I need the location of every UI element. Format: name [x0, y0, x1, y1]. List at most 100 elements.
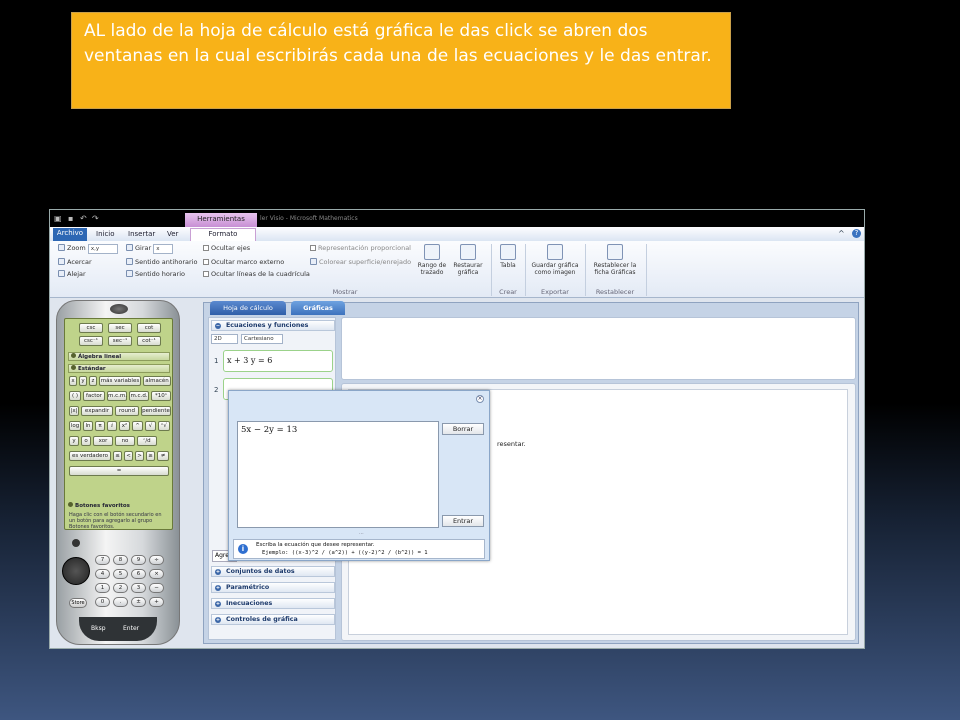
- key-multiply[interactable]: ×: [149, 569, 164, 579]
- restablecer-button[interactable]: Restablecer la ficha Gráficas: [586, 244, 644, 276]
- app-icon[interactable]: ▣: [54, 214, 62, 223]
- tab-graficas[interactable]: Gráficas: [291, 301, 345, 315]
- key-4[interactable]: 4: [95, 569, 110, 579]
- key-exp10[interactable]: *10ⁿ: [151, 391, 171, 401]
- close-icon[interactable]: ×: [476, 395, 484, 403]
- key-mcm[interactable]: m.c.m.: [107, 391, 127, 401]
- key-nroot[interactable]: ⁿ√: [158, 421, 170, 431]
- zoom-control[interactable]: Zoom x,y: [58, 244, 118, 254]
- key-parens[interactable]: ( ): [69, 391, 81, 401]
- repr-proporcional-checkbox[interactable]: Representación proporcional: [310, 244, 411, 253]
- key-ln[interactable]: ln: [83, 421, 93, 431]
- key-arccot[interactable]: cot⁻¹: [137, 336, 161, 346]
- key-ge[interactable]: ≥: [146, 451, 155, 461]
- tab-formato[interactable]: Formato: [190, 228, 256, 241]
- key-le[interactable]: ≤: [113, 451, 122, 461]
- key-9[interactable]: 9: [131, 555, 146, 565]
- tabla-button[interactable]: Tabla: [495, 244, 521, 269]
- ocultar-marco-checkbox[interactable]: Ocultar marco externo: [203, 258, 284, 267]
- key-3[interactable]: 3: [131, 583, 146, 593]
- help-icon[interactable]: ?: [852, 229, 861, 238]
- key-arcsec[interactable]: sec⁻¹: [108, 336, 132, 346]
- tab-archivo[interactable]: Archivo: [53, 228, 87, 241]
- section-algebra-lineal[interactable]: Álgebra lineal: [68, 352, 170, 361]
- girar-dropdown[interactable]: x: [153, 244, 174, 254]
- key-or[interactable]: o: [81, 436, 91, 446]
- key-csc[interactable]: csc: [79, 323, 103, 333]
- guardar-grafica-button[interactable]: Guardar gráfica como imagen: [526, 244, 584, 276]
- tab-ver[interactable]: Ver: [167, 229, 178, 240]
- key-i[interactable]: ⅈ: [107, 421, 117, 431]
- equation-textarea[interactable]: 5x − 2y = 13: [237, 421, 439, 528]
- key-and[interactable]: y: [69, 436, 79, 446]
- section-controles[interactable]: + Controles de gráfica: [211, 614, 335, 625]
- ocultar-lineas-checkbox[interactable]: Ocultar líneas de la cuadrícula: [203, 270, 310, 279]
- section-inecuaciones[interactable]: + Inecuaciones: [211, 598, 335, 609]
- key-z[interactable]: z: [89, 376, 97, 386]
- section-ecuaciones[interactable]: − Ecuaciones y funciones: [211, 320, 335, 331]
- coord-dropdown[interactable]: Cartesiano: [241, 334, 283, 344]
- dpad-control[interactable]: [62, 557, 90, 585]
- key-es-verdadero[interactable]: es verdadero: [69, 451, 111, 461]
- girar-control[interactable]: Girar x: [126, 244, 174, 254]
- key-lt[interactable]: <: [124, 451, 133, 461]
- key-y[interactable]: y: [79, 376, 87, 386]
- borrar-button[interactable]: Borrar: [442, 423, 484, 435]
- key-log[interactable]: log: [69, 421, 81, 431]
- key-1[interactable]: 1: [95, 583, 110, 593]
- key-abs[interactable]: |x|: [69, 406, 79, 416]
- ocultar-ejes-checkbox[interactable]: Ocultar ejes: [203, 244, 250, 253]
- key-dot[interactable]: .: [113, 597, 128, 607]
- key-5[interactable]: 5: [113, 569, 128, 579]
- entrar-button[interactable]: Entrar: [442, 515, 484, 527]
- key-no[interactable]: no: [115, 436, 135, 446]
- bksp-button[interactable]: Bksp: [91, 625, 106, 632]
- rango-trazado-button[interactable]: Rango de trazado: [413, 244, 451, 276]
- mode-dropdown[interactable]: 2D: [211, 334, 238, 344]
- key-fraction[interactable]: ᶜ/d: [137, 436, 157, 446]
- key-equals[interactable]: =: [69, 466, 169, 476]
- key-negate[interactable]: ±: [131, 597, 146, 607]
- key-8[interactable]: 8: [113, 555, 128, 565]
- alejar-button[interactable]: Alejar: [58, 270, 86, 279]
- key-6[interactable]: 6: [131, 569, 146, 579]
- section-conjuntos[interactable]: + Conjuntos de datos: [211, 566, 335, 577]
- key-plus[interactable]: +: [149, 597, 164, 607]
- key-gt[interactable]: >: [135, 451, 144, 461]
- key-arccsc[interactable]: csc⁻¹: [79, 336, 103, 346]
- tab-hoja-de-calculo[interactable]: Hoja de cálculo: [210, 301, 286, 315]
- key-minus[interactable]: −: [149, 583, 164, 593]
- equation-input-1[interactable]: x + 3 y = 6: [223, 350, 333, 372]
- enter-button[interactable]: Enter: [123, 625, 139, 632]
- key-2[interactable]: 2: [113, 583, 128, 593]
- key-x[interactable]: x: [69, 376, 77, 386]
- store-button[interactable]: Store: [69, 598, 87, 608]
- key-mcd[interactable]: m.c.d.: [129, 391, 149, 401]
- section-estandar[interactable]: Estándar: [68, 364, 170, 373]
- key-power[interactable]: ^: [132, 421, 143, 431]
- save-icon[interactable]: ▪: [68, 214, 73, 223]
- key-divide[interactable]: ÷: [149, 555, 164, 565]
- restaurar-grafica-button[interactable]: Restaurar gráfica: [451, 244, 485, 276]
- key-pendiente[interactable]: pendiente: [141, 406, 171, 416]
- key-cot[interactable]: cot: [137, 323, 161, 333]
- sentido-horario-button[interactable]: Sentido horario: [126, 270, 185, 279]
- minimize-ribbon-icon[interactable]: ^: [838, 229, 845, 238]
- redo-icon[interactable]: ↷: [92, 214, 99, 223]
- key-sec[interactable]: sec: [108, 323, 132, 333]
- section-parametrico[interactable]: + Paramétrico: [211, 582, 335, 593]
- key-factor[interactable]: factor: [83, 391, 105, 401]
- tab-inicio[interactable]: Inicio: [96, 229, 115, 240]
- key-pi[interactable]: π: [95, 421, 105, 431]
- key-7[interactable]: 7: [95, 555, 110, 565]
- key-sqrt[interactable]: √: [145, 421, 156, 431]
- key-round[interactable]: round: [115, 406, 139, 416]
- key-xor[interactable]: xor: [93, 436, 113, 446]
- resize-grip[interactable]: ...: [359, 530, 364, 536]
- key-mas-variables[interactable]: más variables: [99, 376, 141, 386]
- sentido-antihorario-button[interactable]: Sentido antihorario: [126, 258, 197, 267]
- undo-icon[interactable]: ↶: [80, 214, 87, 223]
- key-ne[interactable]: ≠: [157, 451, 169, 461]
- tab-insertar[interactable]: Insertar: [128, 229, 155, 240]
- colorear-button[interactable]: Colorear superficie/enrejado: [310, 258, 411, 267]
